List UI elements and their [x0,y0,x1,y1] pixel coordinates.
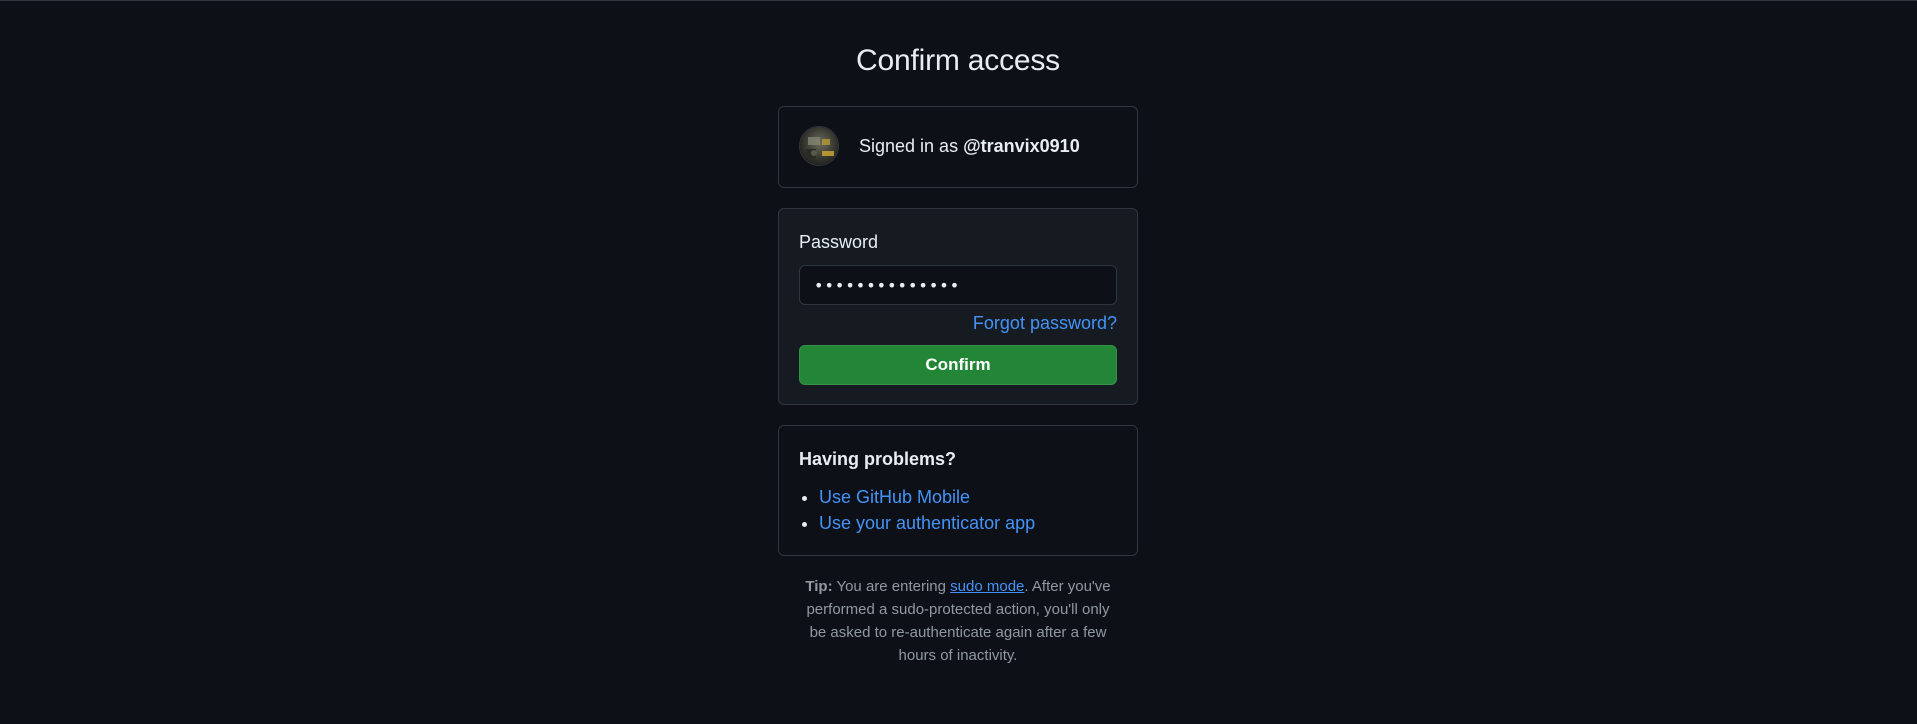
tip-label: Tip: [805,578,833,595]
password-card: Password Forgot password? Confirm [778,208,1138,405]
signed-in-prefix: Signed in as [859,136,964,156]
sudo-mode-tip: Tip: You are entering sudo mode. After y… [798,575,1118,667]
use-github-mobile-link[interactable]: Use GitHub Mobile [819,487,970,507]
signed-in-text: Signed in as @tranvix0910 [859,136,1080,157]
top-divider [0,0,1917,1]
avatar-image [800,127,838,165]
having-problems-card: Having problems? Use GitHub Mobile Use y… [778,425,1138,556]
signed-in-username: @tranvix0910 [963,136,1080,156]
page-title: Confirm access [856,44,1060,77]
list-item: Use your authenticator app [819,510,1035,536]
signed-in-card: Signed in as @tranvix0910 [778,106,1138,188]
tip-text-before: You are entering [832,578,951,595]
avatar [799,126,839,166]
confirm-button[interactable]: Confirm [799,345,1117,385]
problems-list: Use GitHub Mobile Use your authenticator… [799,484,1035,536]
sudo-mode-link[interactable]: sudo mode [950,578,1024,595]
password-field[interactable] [799,265,1117,305]
use-authenticator-app-link[interactable]: Use your authenticator app [819,513,1035,533]
having-problems-title: Having problems? [799,449,957,469]
list-item: Use GitHub Mobile [819,484,1035,510]
password-label: Password [799,232,879,252]
forgot-password-link[interactable]: Forgot password? [973,313,1117,334]
